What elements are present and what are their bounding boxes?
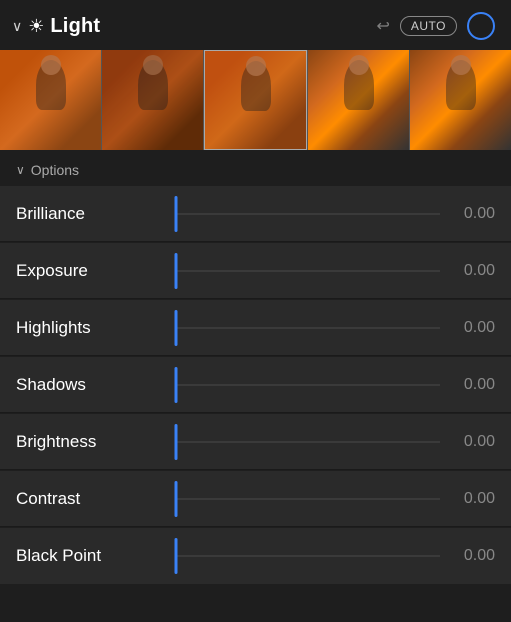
slider-row-brilliance[interactable]: Brilliance 0.00 — [0, 186, 511, 242]
filmstrip-frame-2[interactable] — [102, 50, 203, 150]
slider-line-0 — [176, 213, 440, 215]
slider-label-4: Brightness — [16, 432, 176, 452]
auto-button[interactable]: AUTO — [400, 16, 457, 36]
slider-track-0[interactable] — [176, 186, 440, 241]
slider-label-2: Highlights — [16, 318, 176, 338]
slider-row-brightness[interactable]: Brightness 0.00 — [0, 414, 511, 470]
slider-track-3[interactable] — [176, 357, 440, 412]
slider-thumb-5 — [175, 481, 178, 517]
slider-line-5 — [176, 498, 440, 500]
slider-line-3 — [176, 384, 440, 386]
slider-label-0: Brilliance — [16, 204, 176, 224]
slider-value-2: 0.00 — [440, 319, 495, 337]
filmstrip-frame-3[interactable] — [204, 50, 307, 150]
slider-line-4 — [176, 441, 440, 443]
slider-thumb-0 — [175, 196, 178, 232]
slider-value-3: 0.00 — [440, 376, 495, 394]
slider-label-6: Black Point — [16, 546, 176, 566]
slider-line-6 — [176, 555, 440, 557]
slider-value-1: 0.00 — [440, 262, 495, 280]
collapse-chevron-icon[interactable]: ∨ — [12, 18, 22, 35]
undo-button[interactable]: ↩ — [376, 16, 389, 36]
panel-title: Light — [50, 15, 100, 38]
slider-track-5[interactable] — [176, 471, 440, 526]
slider-track-2[interactable] — [176, 300, 440, 355]
slider-row-shadows[interactable]: Shadows 0.00 — [0, 357, 511, 413]
slider-label-3: Shadows — [16, 375, 176, 395]
filmstrip-frame-4[interactable] — [308, 50, 409, 150]
sliders-container: Brilliance 0.00 Exposure 0.00 Highlights 0.00… — [0, 186, 511, 622]
sun-icon: ☀ — [28, 16, 44, 37]
filmstrip-frame-1[interactable] — [0, 50, 101, 150]
slider-row-highlights[interactable]: Highlights 0.00 — [0, 300, 511, 356]
slider-track-1[interactable] — [176, 243, 440, 298]
header-left: ∨ ☀ Light — [12, 15, 376, 38]
slider-value-4: 0.00 — [440, 433, 495, 451]
slider-thumb-3 — [175, 367, 178, 403]
slider-track-4[interactable] — [176, 414, 440, 469]
slider-thumb-4 — [175, 424, 178, 460]
slider-label-1: Exposure — [16, 261, 176, 281]
mode-toggle-button[interactable] — [467, 12, 495, 40]
slider-thumb-1 — [175, 253, 178, 289]
slider-label-5: Contrast — [16, 489, 176, 509]
options-label: Options — [31, 162, 79, 178]
header-controls: ↩ AUTO — [376, 12, 495, 40]
slider-line-2 — [176, 327, 440, 329]
slider-line-1 — [176, 270, 440, 272]
slider-thumb-6 — [175, 538, 178, 574]
slider-value-0: 0.00 — [440, 205, 495, 223]
filmstrip-frame-5[interactable] — [410, 50, 511, 150]
slider-value-6: 0.00 — [440, 547, 495, 565]
light-panel: ∨ ☀ Light ↩ AUTO ∨ Options Brilliance 0.0… — [0, 0, 511, 622]
slider-value-5: 0.00 — [440, 490, 495, 508]
slider-row-exposure[interactable]: Exposure 0.00 — [0, 243, 511, 299]
slider-row-contrast[interactable]: Contrast 0.00 — [0, 471, 511, 527]
slider-thumb-2 — [175, 310, 178, 346]
panel-header: ∨ ☀ Light ↩ AUTO — [0, 0, 511, 50]
options-header[interactable]: ∨ Options — [0, 152, 511, 186]
slider-track-6[interactable] — [176, 528, 440, 584]
filmstrip[interactable] — [0, 50, 511, 150]
options-chevron-icon: ∨ — [16, 163, 25, 177]
slider-row-black-point[interactable]: Black Point 0.00 — [0, 528, 511, 584]
